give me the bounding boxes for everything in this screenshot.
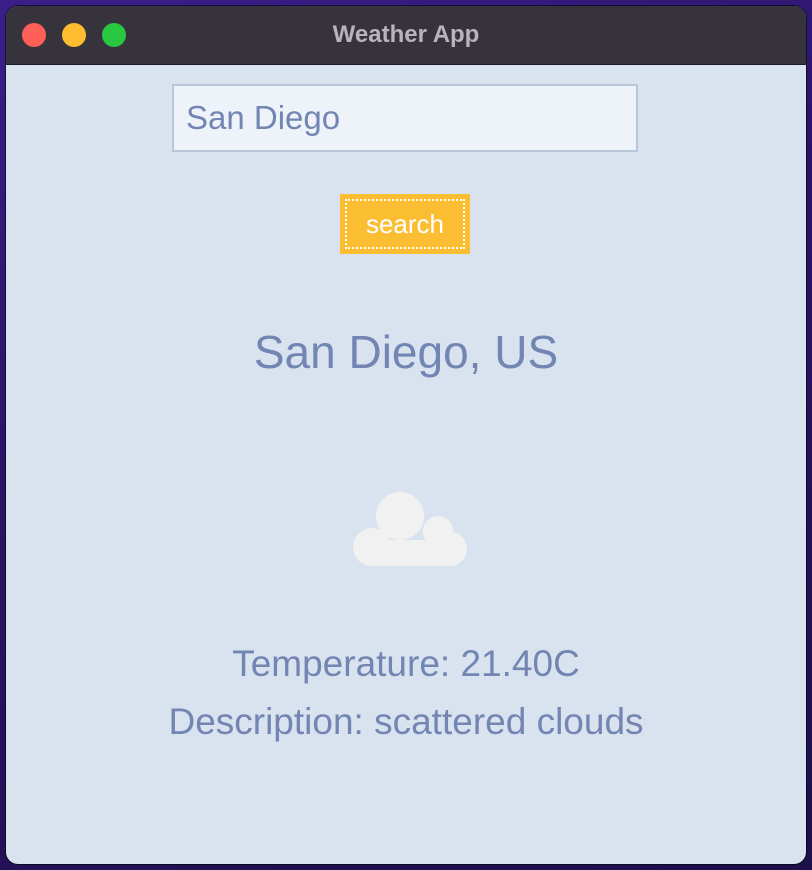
title-bar[interactable]: Weather App — [6, 6, 806, 65]
city-search-input[interactable] — [172, 84, 638, 152]
cloud-icon — [353, 492, 467, 566]
window-title: Weather App — [332, 21, 480, 48]
search-button-label: search — [365, 209, 445, 239]
app-window: Weather App search San Diego, US Tempera… — [6, 6, 806, 864]
search-button[interactable]: search — [340, 194, 470, 254]
description-label: Description: scattered clouds — [168, 701, 644, 742]
temperature-label: Temperature: 21.40C — [232, 643, 580, 684]
location-label: San Diego, US — [253, 326, 559, 378]
